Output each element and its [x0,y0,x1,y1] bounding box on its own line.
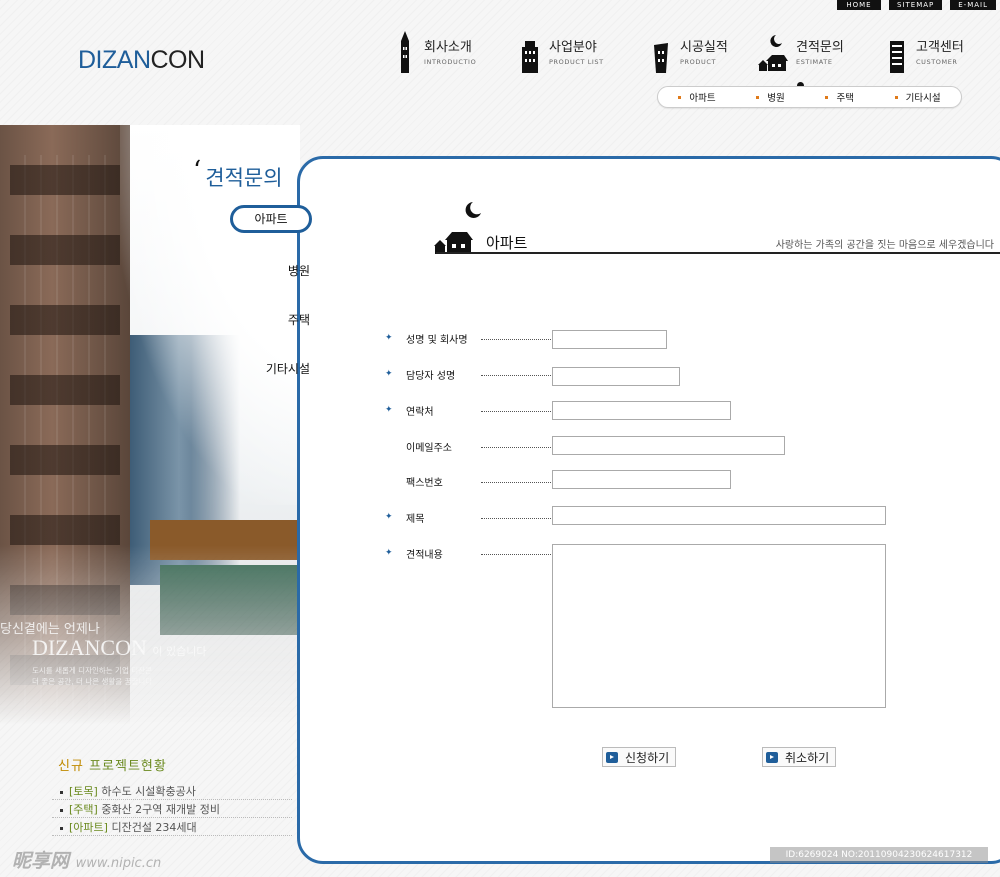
email-link[interactable]: E-MAIL [950,0,996,10]
submit-button[interactable]: 신청하기 [602,747,677,767]
fax-input[interactable] [552,470,731,489]
projects-title: 신규 프로젝트현황 [58,759,167,774]
arrow-icon [766,751,778,763]
nav-item-business[interactable]: 사업분야 PRODUCT LIST [517,26,604,76]
list-item[interactable]: [주택] 중화산 2구역 재개발 정비 [52,801,292,818]
arrow-icon [606,751,618,763]
sitemap-link[interactable]: SITEMAP [888,0,943,10]
watermark: 昵享网 www.nipic.cn [12,850,162,872]
nav-sublabel: INTRODUCTIO [424,58,477,66]
subnav-item-apartment[interactable]: 아파트 [678,90,716,104]
form-row-contact-person: ✦ 담당자 성명 [385,364,551,384]
home-link[interactable]: HOME [836,0,881,10]
list-item[interactable]: [아파트] 디잔건설 234세대 [52,819,292,836]
sidebar-item-other[interactable]: 기타시설 [266,360,310,377]
utility-nav: HOME SITEMAP E-MAIL [836,0,996,10]
watermark-id: ID:6269024 NO:20110904230624617312 [770,847,988,863]
sidebar-item-house[interactable]: 주택 [288,311,310,328]
sidebar-item-apartment[interactable]: 아파트 [230,205,312,233]
tower-icon [401,31,409,73]
nav-sublabel: ESTIMATE [796,58,833,66]
required-icon: ✦ [385,333,393,343]
required-icon: ✦ [385,548,393,558]
name-company-input[interactable] [552,330,667,349]
title-divider [436,252,1000,254]
nav-label: 사업분야 [549,40,597,55]
list-item[interactable]: [토목] 하수도 시설확충공사 [52,783,292,800]
subnav-item-other[interactable]: 기타시설 [894,90,941,104]
nav-sublabel: PRODUCT LIST [549,58,604,66]
details-textarea[interactable] [552,544,886,708]
house-moon-icon [434,202,481,254]
content-slogan: 사랑하는 가족의 공간을 짓는 마음으로 세우겠습니다 [775,240,994,251]
required-icon: ✦ [385,405,393,415]
email-input[interactable] [552,436,785,455]
form-row-email: 이메일주소 [385,436,551,456]
nav-label: 견적문의 [796,40,844,55]
nav-label: 회사소개 [424,40,472,55]
logo-part-dizan: DIZAN [78,46,151,74]
cancel-button[interactable]: 취소하기 [762,747,837,767]
main-nav: 회사소개 INTRODUCTIO 사업분야 PRODUCT LIST 시공실적 … [380,26,980,86]
form-row-phone: ✦ 연락처 [385,400,551,420]
office-building-icon [890,41,904,73]
sidebar-item-hospital[interactable]: 병원 [288,262,310,279]
required-icon: ✦ [385,512,393,522]
sub-nav: 아파트 병원 주택 기타시설 [657,86,962,108]
required-icon: ✦ [385,369,393,379]
sidebar-title: ‘견적문의 [193,156,283,190]
form-row-fax: 팩스번호 [385,471,551,491]
subnav-item-house[interactable]: 주택 [825,90,854,104]
building-icon [522,41,538,73]
contact-person-input[interactable] [552,367,680,386]
photo-caption: 도시를 새롭게 디자인하는 기업 디잔콘 더 좋은 공간, 더 나은 생활을 꿈… [32,666,153,686]
photo-brand: DIZANCON 이 있습니다 [32,635,207,660]
nav-label: 시공실적 [680,40,728,55]
content-title: 아파트 [486,234,528,252]
nav-item-estimate[interactable]: 견적문의 ESTIMATE [756,26,844,76]
logo-part-con: CON [150,46,206,74]
nav-item-company[interactable]: 회사소개 INTRODUCTIO [392,26,476,76]
nav-label: 고객센터 [916,40,964,55]
nav-item-portfolio[interactable]: 시공실적 PRODUCT [648,26,728,76]
form-row-details: ✦ 견적내용 [385,543,551,563]
form-row-name: ✦ 성명 및 회사명 [385,328,551,348]
subnav-item-hospital[interactable]: 병원 [756,90,785,104]
skyscraper-icon [654,43,668,73]
phone-input[interactable] [552,401,731,420]
form-row-subject: ✦ 제목 [385,507,551,527]
nav-sublabel: CUSTOMER [916,58,958,66]
subject-input[interactable] [552,506,886,525]
nav-sublabel: PRODUCT [680,58,717,66]
logo[interactable]: DIZANCON [78,46,205,75]
nav-item-customer[interactable]: 고객센터 CUSTOMER [884,26,964,76]
house-moon-icon [758,35,788,71]
